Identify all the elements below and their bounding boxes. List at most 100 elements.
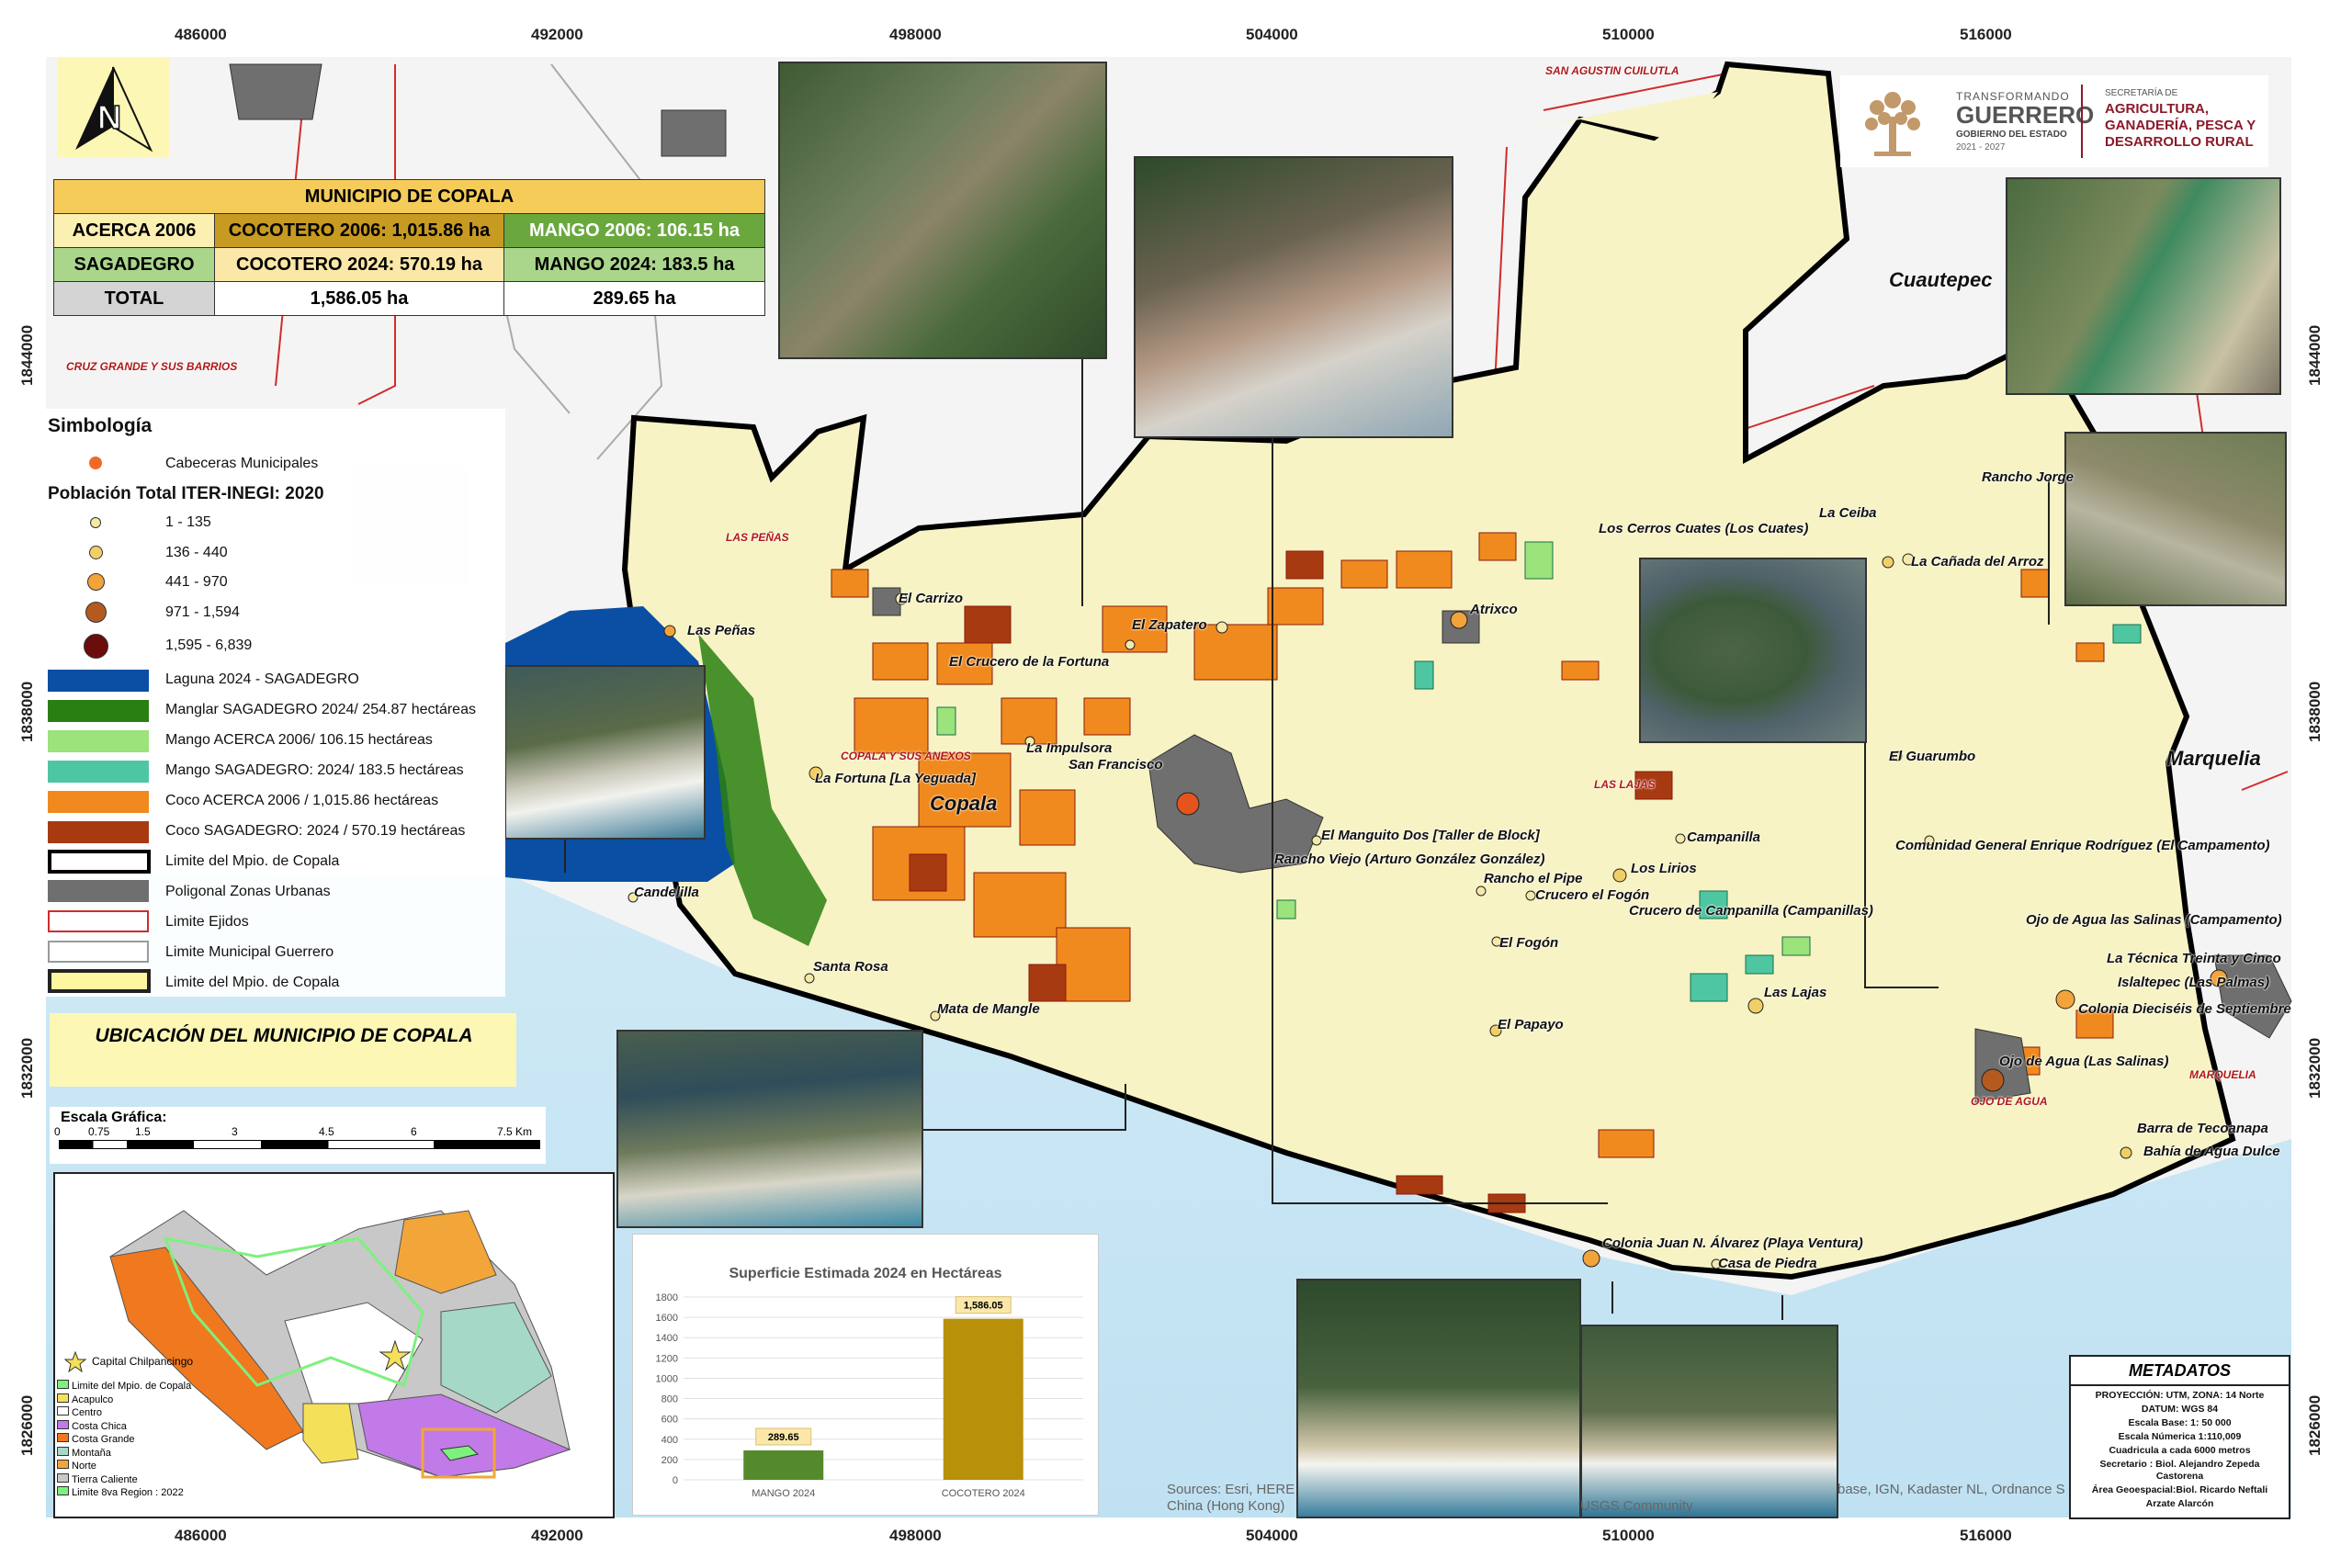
logo-panel: TRANSFORMANDO GUERRERO GOBIERNO DEL ESTA… [1840,75,2268,167]
place-label: Casa de Piedra [1718,1256,1817,1271]
place-label: El Crucero de la Fortuna [949,654,1110,670]
scale-title: Escala Gráfica: [61,1110,167,1125]
legend-swatch-limite-copala-yellow [48,969,151,993]
legend-title: Simbología [48,415,153,436]
inset-map-panel: Capital Chilpancingo Limite del Mpio. de… [53,1172,615,1518]
grid-x-top-5: 510000 [1602,26,1655,43]
satellite-photo-1 [778,62,1107,359]
summary-row-acerca-label: ACERCA 2006 [53,213,215,248]
place-label: Bahía de Agua Dulce [2143,1144,2280,1159]
inset-legend-item: Tierra Caliente [57,1472,191,1487]
metadata-line: Escala Númerica 1:110,009 [2118,1431,2242,1442]
grid-y-right-2: 1838000 [2306,681,2324,742]
inset-legend: Limite del Mpio. de Copala Acapulco Cent… [57,1380,191,1500]
north-arrow-panel: N [57,58,169,157]
legend-swatch-coco-2024 [48,821,149,843]
place-label: El Carrizo [899,591,964,606]
summary-row-acerca-cocotero: COCOTERO 2006: 1,015.86 ha [214,213,504,248]
grid-x-top-3: 498000 [889,26,942,43]
metadata-line: DATUM: WGS 84 [2141,1404,2219,1415]
place-label: Ojo de Agua (Las Salinas) [1999,1054,2169,1069]
grid-y-left-1: 1844000 [18,324,36,386]
red-ejido-label: MARQUELIA [2189,1068,2256,1081]
place-label: La Fortuna [La Yeguada] [815,771,977,786]
scale-label-5: 6 [411,1125,417,1138]
red-ejido-label: SAN AGUSTIN CUILUTLA [1545,64,1679,77]
chart-ytick-label: 1000 [656,1373,678,1384]
legend-swatch-laguna [48,670,149,692]
place-label: Los Cerros Cuates (Los Cuates) [1599,521,1809,536]
place-label: Copala [930,792,998,815]
inset-legend-item: Costa Grande [57,1433,191,1447]
chart-canvas: 0 200 400 600 800 1000 1200 1400 1600 1800 289.65 M… [656,1292,1083,1499]
satellite-photo-8 [1296,1279,1581,1518]
legend-coco-2024: Coco SAGADEGRO: 2024 / 570.19 hectáreas [165,823,466,839]
inset-legend-item: Acapulco [57,1393,191,1407]
chart-bar [943,1318,1023,1480]
legend-zonas-urbanas: Poligonal Zonas Urbanas [165,884,331,899]
summary-row-total-mango: 289.65 ha [503,281,765,316]
chart-ytick-label: 1200 [656,1353,678,1364]
cabecera-symbol [89,457,102,469]
chart-ytick-label: 0 [673,1475,678,1486]
grid-y-left-2: 1838000 [18,681,36,742]
grid-y-left-4: 1826000 [18,1394,36,1456]
inset-legend-item: Limite 8va Region : 2022 [57,1486,191,1500]
pop-class-5-dot [84,634,108,659]
grid-x-top-4: 504000 [1246,26,1298,43]
legend-swatch-manglar [48,700,149,722]
summary-row-acerca-mango: MANGO 2006: 106.15 ha [503,213,765,248]
inset-legend-item: Costa Chica [57,1419,191,1434]
place-label: Rancho el Pipe [1484,871,1583,886]
grid-x-bottom-1: 486000 [175,1527,227,1544]
summary-title: MUNICIPIO DE COPALA [53,179,765,214]
pop-class-2-dot [89,546,103,559]
grid-y-left-3: 1832000 [18,1037,36,1099]
chart-category-label: MANGO 2024 [752,1488,815,1499]
attribution-1: Sources: Esri, HERE [1167,1482,1295,1497]
grid-x-top-2: 492000 [531,26,583,43]
chart-bar [743,1450,824,1480]
red-ejido-label: OJO DE AGUA [1971,1095,2048,1108]
metadata-line: PROYECCIÓN: UTM, ZONA: 14 Norte [2095,1390,2265,1401]
place-label: Colonia Dieciséis de Septiembre [2078,1001,2291,1017]
chart-ytick-label: 600 [662,1415,678,1426]
north-letter: N [96,97,122,137]
place-label: Crucero el Fogón [1535,887,1650,903]
legend-mango-2006: Mango ACERCA 2006/ 106.15 hectáreas [165,732,433,748]
satellite-photo-9 [1580,1325,1838,1518]
grid-y-right-4: 1826000 [2306,1394,2324,1456]
legend-limite-copala-yellow: Limite del Mpio. de Copala [165,975,340,990]
logo-sec1: AGRICULTURA, [2105,101,2210,117]
chart-ytick-label: 400 [662,1435,678,1446]
red-ejido-label: LAS PEÑAS [726,531,789,544]
place-label: La Impulsora [1026,740,1113,756]
red-ejido-label: LAS LAJAS [1594,778,1656,791]
attribution-3: base, IGN, Kadaster NL, Ordnance S [1838,1482,2065,1497]
place-label: El Manguito Dos [Taller de Block] [1321,828,1540,843]
legend-swatch-mango-2024 [48,761,149,783]
metadata-line: Secretario : Biol. Alejandro Zepeda [2099,1459,2260,1470]
chart-category-label: COCOTERO 2024 [942,1488,1025,1499]
place-label: Las Lajas [1764,985,1827,1000]
place-label: El Zapatero [1132,617,1207,633]
legend-coco-2006: Coco ACERCA 2006 / 1,015.86 hectáreas [165,793,439,808]
inset-legend-item: Montaña [57,1446,191,1461]
red-ejido-label: COPALA Y SUS ANEXOS [841,750,971,762]
logo-sec: SECRETARÍA DE [2105,88,2178,98]
place-label: Barra de Tecoanapa [2137,1121,2268,1136]
place-label: Santa Rosa [813,959,888,975]
scale-label-0: 0 [54,1125,61,1138]
legend-swatch-ejidos [48,910,149,932]
grid-x-bottom-3: 498000 [889,1527,942,1544]
scale-label-4: 4.5 [319,1125,334,1138]
summary-row-total-cocotero: 1,586.05 ha [214,281,504,316]
place-label: La Ceiba [1819,505,1877,521]
location-title: UBICACIÓN DEL MUNICIPIO DE COPALA [95,1025,473,1046]
grid-x-top-6: 516000 [1960,26,2012,43]
surface-chart: Superficie Estimada 2024 en Hectáreas 02… [632,1234,1099,1516]
grid-x-bottom-5: 510000 [1602,1527,1655,1544]
attribution-4: USGS Community [1580,1498,1693,1514]
place-label: Marquelia [2166,747,2261,770]
legend-cabeceras: Cabeceras Municipales [165,456,319,471]
